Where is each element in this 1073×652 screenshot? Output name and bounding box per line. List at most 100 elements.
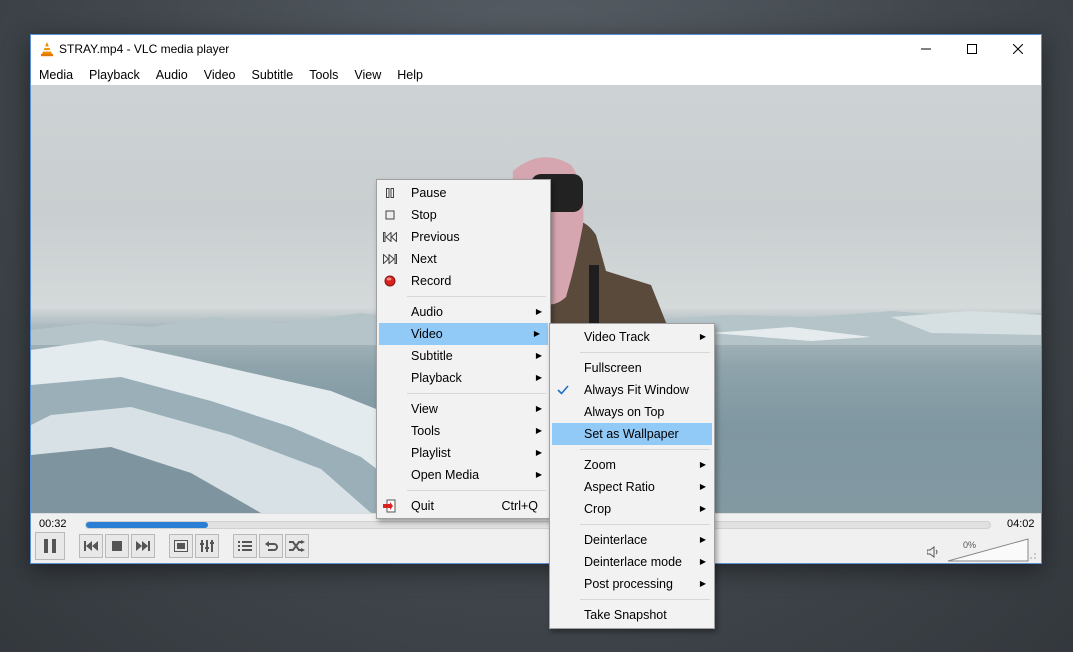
- controls-bar: 00:32 04:02 0%: [31, 513, 1041, 563]
- menu-item-label: Next: [411, 252, 437, 266]
- menu-item-stop[interactable]: Stop: [377, 204, 550, 226]
- menu-item-label: Playlist: [411, 446, 451, 460]
- menu-item-post-processing[interactable]: Post processing ▶: [550, 573, 714, 595]
- menu-item-label: Post processing: [584, 577, 673, 591]
- menu-item-set-as-wallpaper[interactable]: Set as Wallpaper: [552, 423, 712, 445]
- vlc-cone-icon: [41, 42, 53, 57]
- window-title: STRAY.mp4 - VLC media player: [59, 42, 230, 56]
- fullscreen-button[interactable]: [169, 534, 193, 558]
- menu-item-always-fit-window[interactable]: Always Fit Window: [550, 379, 714, 401]
- submenu-arrow-icon: ▶: [535, 448, 542, 457]
- menu-item-label: Crop: [584, 502, 612, 516]
- volume-icon[interactable]: [927, 546, 939, 558]
- menu-item-take-snapshot[interactable]: Take Snapshot: [550, 604, 714, 626]
- menu-item-quit[interactable]: Quit Ctrl+Q: [377, 495, 550, 517]
- menu-item-label: Playback: [411, 371, 462, 385]
- menu-item-label: Zoom: [584, 458, 616, 472]
- previous-icon: [383, 230, 397, 244]
- submenu-arrow-icon: ▶: [535, 307, 542, 316]
- menu-item-record[interactable]: Record: [377, 270, 550, 292]
- submenu-arrow-icon: ▶: [535, 426, 542, 435]
- submenu-arrow-icon: ▶: [699, 460, 706, 469]
- menu-item-label: Previous: [411, 230, 460, 244]
- previous-icon: [84, 541, 98, 551]
- menu-separator: [407, 490, 546, 491]
- menu-bar: Media Playback Audio Video Subtitle Tool…: [31, 63, 1041, 85]
- maximize-icon: [967, 44, 977, 54]
- menu-item-zoom[interactable]: Zoom ▶: [550, 454, 714, 476]
- playlist-icon: [238, 541, 252, 551]
- close-button[interactable]: [995, 35, 1041, 63]
- menu-item-tools[interactable]: Tools ▶: [377, 420, 550, 442]
- menu-view[interactable]: View: [346, 63, 389, 85]
- menu-item-label: View: [411, 402, 438, 416]
- menu-item-aspect-ratio[interactable]: Aspect Ratio ▶: [550, 476, 714, 498]
- menu-media[interactable]: Media: [31, 63, 81, 85]
- stop-icon: [112, 541, 122, 551]
- menu-subtitle[interactable]: Subtitle: [244, 63, 302, 85]
- seek-slider[interactable]: [85, 521, 991, 529]
- resize-grip-icon[interactable]: [1029, 552, 1037, 560]
- menu-item-crop[interactable]: Crop ▶: [550, 498, 714, 520]
- menu-tools[interactable]: Tools: [301, 63, 346, 85]
- menu-item-video[interactable]: Video ▶: [379, 323, 548, 345]
- menu-item-fullscreen[interactable]: Fullscreen: [550, 357, 714, 379]
- shuffle-icon: [289, 540, 305, 552]
- menu-item-label: Stop: [411, 208, 437, 222]
- menu-item-label: Video Track: [584, 330, 650, 344]
- stop-button[interactable]: [105, 534, 129, 558]
- menu-item-open-media[interactable]: Open Media ▶: [377, 464, 550, 486]
- previous-button[interactable]: [79, 534, 103, 558]
- maximize-button[interactable]: [949, 35, 995, 63]
- menu-item-audio[interactable]: Audio ▶: [377, 301, 550, 323]
- menu-audio[interactable]: Audio: [148, 63, 196, 85]
- equalizer-icon: [200, 540, 214, 552]
- menu-item-playback[interactable]: Playback ▶: [377, 367, 550, 389]
- menu-item-label: Pause: [411, 186, 447, 200]
- menu-separator: [407, 296, 546, 297]
- menu-item-previous[interactable]: Previous: [377, 226, 550, 248]
- extended-settings-button[interactable]: [195, 534, 219, 558]
- loop-button[interactable]: [259, 534, 283, 558]
- menu-item-label: Take Snapshot: [584, 608, 667, 622]
- menu-item-deinterlace[interactable]: Deinterlace ▶: [550, 529, 714, 551]
- menu-item-playlist[interactable]: Playlist ▶: [377, 442, 550, 464]
- menu-item-label: Audio: [411, 305, 443, 319]
- playlist-button[interactable]: [233, 534, 257, 558]
- minimize-button[interactable]: [903, 35, 949, 63]
- menu-item-label: Tools: [411, 424, 441, 438]
- volume-slider[interactable]: [947, 538, 1029, 562]
- next-button[interactable]: [131, 534, 155, 558]
- menu-help[interactable]: Help: [389, 63, 431, 85]
- submenu-arrow-icon: ▶: [535, 404, 542, 413]
- menu-item-label: Quit: [411, 499, 434, 513]
- title-bar[interactable]: STRAY.mp4 - VLC media player: [31, 35, 1041, 63]
- menu-item-pause[interactable]: Pause: [377, 182, 550, 204]
- menu-separator: [580, 599, 710, 600]
- menu-separator: [580, 449, 710, 450]
- submenu-arrow-icon: ▶: [699, 504, 706, 513]
- submenu-arrow-icon: ▶: [535, 373, 542, 382]
- submenu-arrow-icon: ▶: [699, 332, 706, 341]
- shuffle-button[interactable]: [285, 534, 309, 558]
- submenu-arrow-icon: ▶: [699, 557, 706, 566]
- menu-item-view[interactable]: View ▶: [377, 398, 550, 420]
- next-icon: [136, 541, 150, 551]
- menu-playback[interactable]: Playback: [81, 63, 148, 85]
- menu-item-subtitle[interactable]: Subtitle ▶: [377, 345, 550, 367]
- menu-item-next[interactable]: Next: [377, 248, 550, 270]
- menu-separator: [580, 352, 710, 353]
- context-menu: Pause Stop Previous Next Record Audio ▶ …: [376, 179, 551, 519]
- play-pause-button[interactable]: [35, 532, 65, 560]
- next-icon: [383, 252, 397, 266]
- submenu-arrow-icon: ▶: [535, 351, 542, 360]
- menu-item-video-track[interactable]: Video Track ▶: [550, 326, 714, 348]
- menu-item-always-on-top[interactable]: Always on Top: [550, 401, 714, 423]
- submenu-arrow-icon: ▶: [699, 579, 706, 588]
- menu-item-label: Fullscreen: [584, 361, 642, 375]
- menu-item-deinterlace-mode[interactable]: Deinterlace mode ▶: [550, 551, 714, 573]
- fullscreen-icon: [174, 540, 188, 552]
- menu-video[interactable]: Video: [196, 63, 244, 85]
- stop-icon: [383, 208, 397, 222]
- pause-icon: [383, 186, 397, 200]
